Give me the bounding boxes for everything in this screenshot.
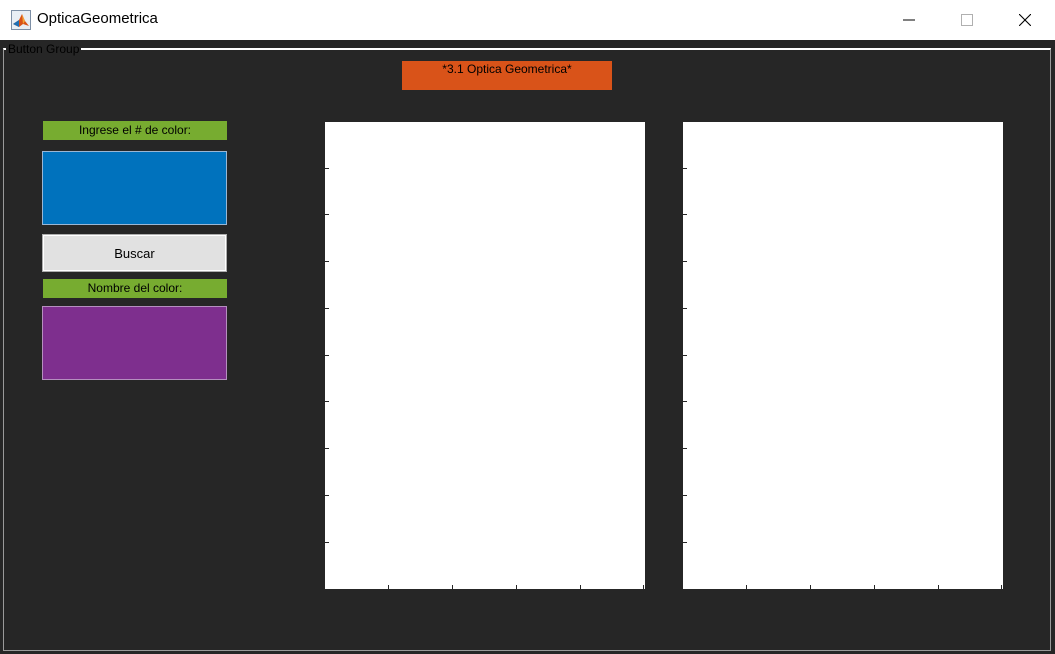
matlab-icon (11, 10, 31, 30)
y-axis-tick (683, 261, 687, 262)
color-name-label: Nombre del color: (43, 279, 227, 298)
y-axis-tick (325, 401, 329, 402)
x-axis-tick (643, 585, 644, 589)
close-button[interactable] (996, 0, 1054, 40)
y-axis-tick (325, 261, 329, 262)
maximize-button[interactable] (938, 0, 996, 40)
y-axis-tick (683, 542, 687, 543)
y-axis-tick (683, 448, 687, 449)
figure-client-area: Button Group *3.1 Optica Geometrica* Ing… (0, 40, 1055, 654)
axes-left[interactable] (325, 122, 645, 589)
x-axis-tick (580, 585, 581, 589)
y-axis-tick (325, 495, 329, 496)
button-group-title: Button Group (6, 42, 82, 56)
close-icon (1019, 14, 1031, 26)
x-axis-tick (938, 585, 939, 589)
y-axis-tick (683, 308, 687, 309)
minimize-icon (903, 19, 915, 21)
window-title: OpticaGeometrica (37, 10, 158, 27)
y-axis-tick (325, 214, 329, 215)
y-axis-tick (325, 542, 329, 543)
y-axis-tick (325, 308, 329, 309)
x-axis-tick (874, 585, 875, 589)
y-axis-tick (683, 401, 687, 402)
x-axis-tick (452, 585, 453, 589)
axes-right[interactable] (683, 122, 1003, 589)
y-axis-tick (325, 168, 329, 169)
color-name-output (42, 306, 227, 380)
maximize-icon (961, 14, 973, 26)
minimize-button[interactable] (880, 0, 938, 40)
y-axis-tick (683, 495, 687, 496)
input-color-label: Ingrese el # de color: (43, 121, 227, 140)
y-axis-tick (325, 355, 329, 356)
y-axis-tick (683, 355, 687, 356)
x-axis-tick (388, 585, 389, 589)
color-number-input[interactable] (42, 151, 227, 225)
search-button[interactable]: Buscar (42, 234, 227, 272)
x-axis-tick (746, 585, 747, 589)
y-axis-tick (325, 448, 329, 449)
x-axis-tick (1001, 585, 1002, 589)
x-axis-tick (516, 585, 517, 589)
y-axis-tick (683, 214, 687, 215)
x-axis-tick (810, 585, 811, 589)
window-titlebar[interactable]: OpticaGeometrica (0, 0, 1055, 41)
y-axis-tick (683, 168, 687, 169)
header-label: *3.1 Optica Geometrica* (402, 61, 612, 90)
